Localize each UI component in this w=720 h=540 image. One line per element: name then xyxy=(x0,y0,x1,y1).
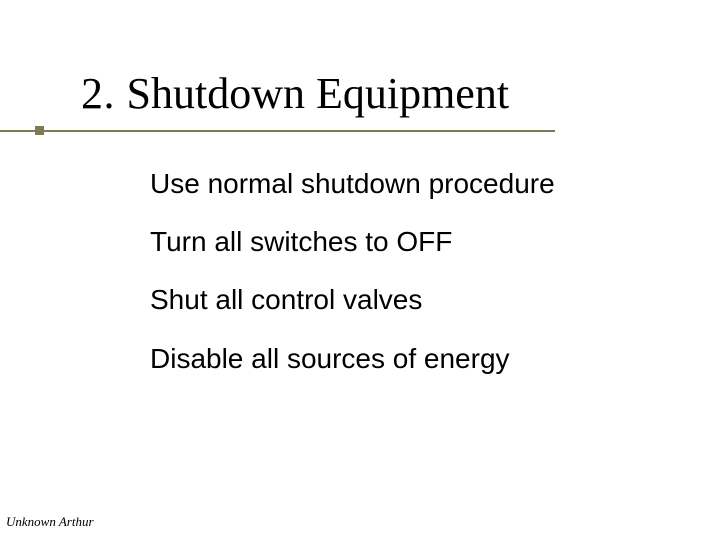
list-item: Use normal shutdown procedure xyxy=(150,168,670,200)
title-underline xyxy=(0,130,555,132)
title-text: Shutdown Equipment xyxy=(127,69,510,118)
footer-author: Unknown Arthur xyxy=(6,514,94,530)
list-item: Turn all switches to OFF xyxy=(150,226,670,258)
slide-title: 2. Shutdown Equipment xyxy=(81,70,509,118)
title-number: 2. xyxy=(81,69,127,118)
list-item: Disable all sources of energy xyxy=(150,343,670,375)
slide: 2. Shutdown Equipment Use normal shutdow… xyxy=(0,0,720,540)
accent-square-icon xyxy=(35,126,44,135)
list-item: Shut all control valves xyxy=(150,284,670,316)
body-list: Use normal shutdown procedure Turn all s… xyxy=(150,168,670,401)
